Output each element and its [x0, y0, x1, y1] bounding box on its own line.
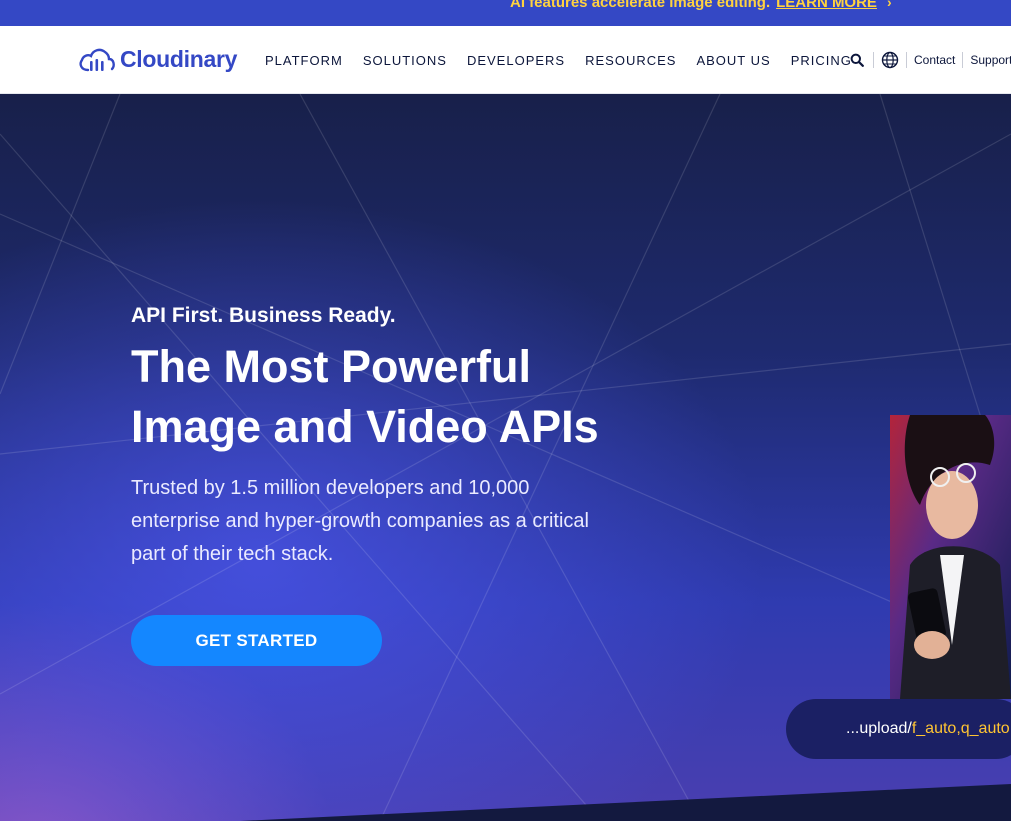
announcement-text: AI features accelerate image editing.: [510, 0, 771, 11]
nav-item-pricing[interactable]: PRICING: [791, 53, 852, 68]
headline-line-2: Image and Video APIs: [131, 401, 599, 452]
get-started-button[interactable]: GET STARTED: [131, 615, 382, 666]
learn-more-link[interactable]: LEARN MORE: [776, 0, 877, 11]
main-nav: PLATFORM SOLUTIONS DEVELOPERS RESOURCES …: [265, 26, 852, 94]
transformation-url-pill: ...upload/ f_auto,q_auto: [786, 699, 1011, 759]
nav-item-resources[interactable]: RESOURCES: [585, 53, 676, 68]
globe-icon[interactable]: [881, 51, 899, 69]
divider: [962, 52, 964, 68]
url-prefix: ...upload/: [846, 720, 912, 737]
chevron-right-icon: ›: [886, 0, 892, 10]
hero-photo: [890, 415, 1011, 699]
divider: [873, 52, 874, 68]
photo-illustration: [890, 415, 1011, 699]
announcement-bar: AI features accelerate image editing. LE…: [0, 0, 1011, 26]
hero-headline: The Most Powerful Image and Video APIs: [131, 337, 691, 457]
cloudinary-logo[interactable]: Cloudinary: [78, 43, 237, 75]
announcement-content: AI features accelerate image editing. LE…: [510, 0, 892, 12]
nav-item-about-us[interactable]: ABOUT US: [696, 53, 770, 68]
header-utilities: Contact Support: [848, 26, 1011, 94]
hero-section: API First. Business Ready. The Most Powe…: [0, 94, 1011, 821]
hero-eyebrow: API First. Business Ready.: [131, 304, 396, 327]
url-params: f_auto,q_auto: [911, 720, 1010, 737]
contact-link[interactable]: Contact: [914, 53, 955, 67]
nav-item-platform[interactable]: PLATFORM: [265, 53, 343, 68]
support-link[interactable]: Support: [970, 53, 1011, 67]
cloud-logo-icon: [79, 48, 115, 72]
nav-item-solutions[interactable]: SOLUTIONS: [363, 53, 447, 68]
headline-line-1: The Most Powerful: [131, 341, 532, 392]
search-icon[interactable]: [848, 51, 866, 69]
logo-text: Cloudinary: [120, 45, 238, 72]
nav-item-developers[interactable]: DEVELOPERS: [467, 53, 565, 68]
divider: [906, 52, 907, 68]
site-header: Cloudinary PLATFORM SOLUTIONS DEVELOPERS…: [0, 26, 1011, 94]
hero-subtext: Trusted by 1.5 million developers and 10…: [131, 477, 589, 565]
